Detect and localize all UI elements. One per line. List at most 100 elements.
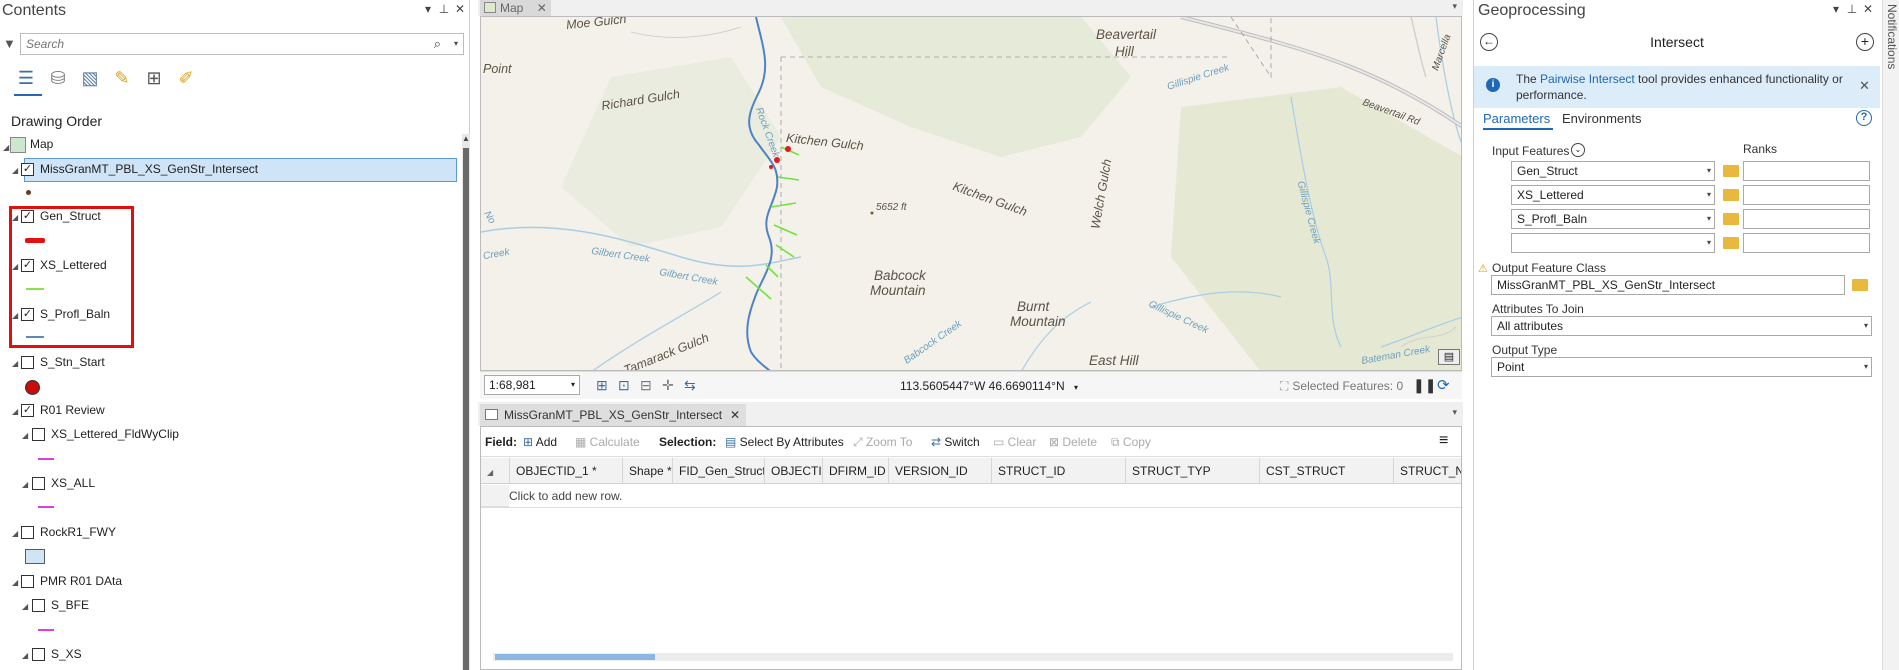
layer-visibility-checkbox[interactable]	[21, 526, 34, 539]
layer-visibility-checkbox[interactable]	[32, 599, 45, 612]
expand-icon[interactable]: ⌄	[1571, 143, 1585, 157]
tab-parameters[interactable]: Parameters	[1483, 111, 1550, 126]
close-icon[interactable]: ✕	[1859, 78, 1870, 94]
collapse-icon[interactable]: ◢	[12, 311, 18, 320]
pause-icon[interactable]: ❚❚	[1413, 377, 1436, 394]
tab-attribute-table[interactable]: MissGranMT_PBL_XS_GenStr_Intersect ✕	[480, 404, 747, 426]
layer-gen-struct[interactable]: Gen_Struct	[40, 206, 101, 226]
close-icon[interactable]: ✕	[1860, 2, 1876, 16]
layer-rockr1-fwy[interactable]: RockR1_FWY	[40, 522, 116, 542]
basemap-gallery-icon[interactable]: ▤	[1438, 349, 1460, 365]
copy-button[interactable]: ⧉ Copy	[1111, 435, 1151, 450]
refresh-icon[interactable]: ⟳	[1437, 376, 1450, 394]
search-input[interactable]	[21, 34, 421, 54]
column-header[interactable]: CST_STRUCT	[1259, 458, 1393, 484]
rank-input[interactable]	[1743, 185, 1870, 205]
folder-icon[interactable]	[1723, 189, 1739, 201]
layer-visibility-checkbox[interactable]	[32, 477, 45, 490]
list-by-editing-icon[interactable]: ✎	[110, 66, 134, 90]
collapse-icon[interactable]: ◢	[3, 143, 9, 152]
clear-button[interactable]: ▭ Clear	[993, 435, 1036, 449]
scroll-up-icon[interactable]: ▲	[462, 134, 470, 143]
tab-menu-icon[interactable]: ▾	[1452, 1, 1457, 12]
map-canvas[interactable]: Moe Gulch Point Richard Gulch Kitchen Gu…	[480, 16, 1462, 371]
list-by-labeling-icon[interactable]: ✐	[174, 66, 198, 90]
pin-icon[interactable]: ⊥	[436, 2, 452, 16]
folder-icon[interactable]	[1723, 237, 1739, 249]
collapse-icon[interactable]: ◢	[12, 407, 18, 416]
layer-s-stn-start[interactable]: S_Stn_Start	[40, 352, 105, 372]
chevron-down-icon[interactable]: ▾	[1074, 383, 1078, 392]
rank-input[interactable]	[1743, 233, 1870, 253]
output-type-dropdown[interactable]: Point ▾	[1491, 357, 1872, 377]
list-by-drawing-order-icon[interactable]: ☰	[14, 66, 38, 90]
column-header[interactable]: VERSION_ID	[888, 458, 991, 484]
layer-visibility-checkbox[interactable]: ✓	[21, 259, 34, 272]
collapse-icon[interactable]: ◢	[22, 602, 28, 611]
delete-button[interactable]: ⊠ Delete	[1049, 435, 1097, 449]
layer-visibility-checkbox[interactable]: ✓	[21, 163, 34, 176]
pane-menu-icon[interactable]: ▾	[420, 2, 436, 16]
group-r01-review[interactable]: R01 Review	[40, 400, 105, 420]
switch-button[interactable]: ⇄ Switch	[931, 435, 980, 449]
collapse-icon[interactable]: ◢	[22, 480, 28, 489]
selected-features-count[interactable]: ⛶ Selected Features: 0	[1280, 379, 1403, 394]
collapse-icon[interactable]: ◢	[22, 651, 28, 660]
layer-visibility-checkbox[interactable]	[32, 648, 45, 661]
row-selector[interactable]	[481, 485, 509, 507]
column-header[interactable]: FID_Gen_Struct	[672, 458, 764, 484]
column-header[interactable]: STRUCT_NM	[1393, 458, 1461, 484]
layer-map[interactable]: Map	[30, 134, 53, 154]
input-feature-dropdown[interactable]: ▾	[1511, 233, 1715, 253]
layer-s-xs[interactable]: S_XS	[51, 644, 82, 664]
collapse-icon[interactable]: ◢	[12, 213, 18, 222]
chevron-down-icon[interactable]: ▾	[571, 376, 575, 394]
close-icon[interactable]: ✕	[537, 1, 547, 15]
close-icon[interactable]: ✕	[452, 2, 468, 16]
column-header[interactable]: Shape *	[622, 458, 672, 484]
menu-icon[interactable]: ≡	[1439, 432, 1448, 450]
pane-menu-icon[interactable]: ▾	[1828, 2, 1844, 16]
collapse-icon[interactable]: ◢	[12, 359, 18, 368]
rank-input[interactable]	[1743, 209, 1870, 229]
input-feature-dropdown[interactable]: Gen_Struct ▾	[1511, 161, 1715, 181]
grid-icon[interactable]: ⊟	[640, 377, 652, 394]
tab-menu-icon[interactable]: ▾	[1452, 407, 1457, 418]
pin-icon[interactable]: ⊥	[1844, 2, 1860, 16]
layer-intersect-output[interactable]: MissGranMT_PBL_XS_GenStr_Intersect	[40, 159, 258, 179]
list-by-data-source-icon[interactable]: ⛁	[46, 66, 70, 90]
list-by-snapping-icon[interactable]: ⊞	[142, 66, 166, 90]
output-feature-class-input[interactable]: MissGranMT_PBL_XS_GenStr_Intersect	[1491, 275, 1845, 295]
zoom-to-button[interactable]: ⤢ Zoom To	[853, 435, 912, 450]
scale-selector[interactable]: 1:68,981 ▾	[484, 375, 580, 395]
folder-icon[interactable]	[1852, 279, 1868, 291]
collapse-icon[interactable]: ◢	[22, 431, 28, 440]
navigate-icon[interactable]: ⇆	[684, 377, 696, 394]
list-by-selection-icon[interactable]: ▧	[78, 66, 102, 90]
fixed-zoom-icon[interactable]: ⊞	[596, 377, 608, 394]
crosshair-icon[interactable]: ✛	[662, 377, 674, 394]
zoom-extent-icon[interactable]: ⊡	[618, 377, 630, 394]
layer-xs-lettered[interactable]: XS_Lettered	[40, 255, 107, 275]
contents-scrollbar-thumb[interactable]	[463, 148, 469, 670]
layer-visibility-checkbox[interactable]: ✓	[21, 210, 34, 223]
add-icon[interactable]: +	[1856, 33, 1874, 51]
tab-environments[interactable]: Environments	[1562, 111, 1641, 126]
column-header[interactable]: STRUCT_ID	[991, 458, 1125, 484]
select-by-attributes-button[interactable]: ▤ Select By Attributes	[725, 435, 844, 449]
tab-map[interactable]: Map ✕	[480, 0, 551, 16]
column-header[interactable]: OBJECTID	[764, 458, 822, 484]
layer-visibility-checkbox[interactable]	[21, 575, 34, 588]
layer-visibility-checkbox[interactable]	[32, 428, 45, 441]
collapse-icon[interactable]: ◢	[12, 578, 18, 587]
coordinate-readout[interactable]: 113.5605447°W 46.6690114°N ▾	[900, 379, 1078, 393]
notifications-side-tab[interactable]: Notifications	[1882, 0, 1899, 670]
layer-s-bfe[interactable]: S_BFE	[51, 595, 89, 615]
pairwise-intersect-link[interactable]: Pairwise Intersect	[1540, 72, 1635, 86]
input-feature-dropdown[interactable]: XS_Lettered ▾	[1511, 185, 1715, 205]
layer-visibility-checkbox[interactable]	[21, 356, 34, 369]
folder-icon[interactable]	[1723, 165, 1739, 177]
close-icon[interactable]: ✕	[730, 404, 740, 426]
layer-xs-all[interactable]: XS_ALL	[51, 473, 95, 493]
table-scrollbar-thumb[interactable]	[495, 654, 655, 660]
